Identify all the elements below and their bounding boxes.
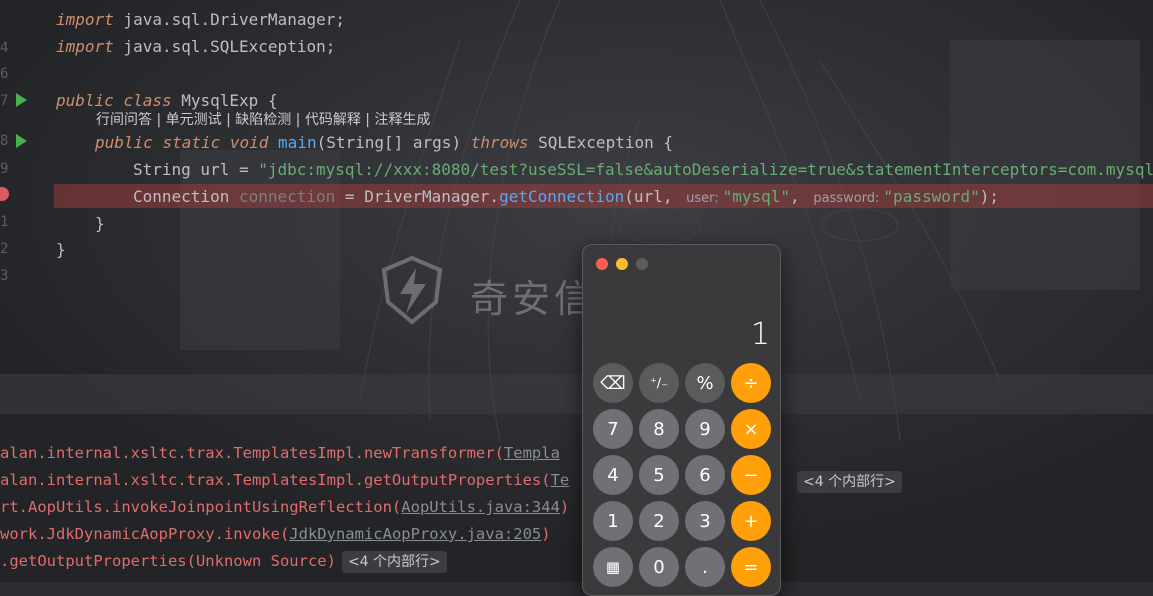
source-link[interactable]: Te (551, 471, 570, 489)
sign-toggle-key[interactable]: ⁺∕₋ (639, 363, 679, 403)
equals-key[interactable]: = (731, 547, 771, 587)
plus-key[interactable]: + (731, 501, 771, 541)
key-5[interactable]: 5 (639, 455, 679, 495)
breakpoint-icon[interactable] (0, 187, 9, 201)
key-4[interactable]: 4 (593, 455, 633, 495)
ai-code-hint-bar[interactable]: 行间问答 | 单元测试 | 缺陷检测 | 代码解释 | 注释生成 (96, 109, 430, 129)
key-0[interactable]: 0 (639, 547, 679, 587)
line-number: 2 (0, 241, 9, 257)
console-line: alan.internal.xsltc.trax.TemplatesImpl.g… (0, 471, 570, 489)
line-number: 3 (0, 268, 9, 284)
calculator-icon: ▦ (605, 558, 621, 576)
key-1[interactable]: 1 (593, 501, 633, 541)
parameter-hint: user: (686, 191, 719, 206)
close-button[interactable] (596, 258, 608, 270)
source-link[interactable]: Templa (504, 444, 560, 462)
code-line: import java.sql.SQLException; (56, 37, 336, 56)
code-line: } (56, 240, 66, 259)
line-number: 4 (0, 40, 9, 56)
zoom-button[interactable] (636, 258, 648, 270)
line-number: 6 (0, 66, 9, 82)
calculator-mode-key[interactable]: ▦ (593, 547, 633, 587)
run-gutter-icon[interactable] (16, 93, 27, 107)
console-line: alan.internal.xsltc.trax.TemplatesImpl.n… (0, 444, 560, 462)
minus-key[interactable]: − (731, 455, 771, 495)
key-2[interactable]: 2 (639, 501, 679, 541)
code-line: Connection connection = DriverManager.ge… (133, 187, 1000, 206)
code-line: } (95, 214, 105, 233)
collapsed-frames-tag[interactable]: <4 个内部行> (341, 551, 447, 573)
key-9[interactable]: 9 (685, 409, 725, 449)
line-number: 7 (0, 93, 9, 109)
code-line: public static void main(String[] args) t… (95, 133, 673, 152)
code-line: String url = "jdbc:mysql://xxx:8080/test… (133, 160, 1153, 179)
console-line: work.JdkDynamicAopProxy.invoke(JdkDynami… (0, 525, 551, 543)
line-number: 1 (0, 214, 9, 230)
collapsed-frames-tag[interactable]: <4 个内部行> (797, 471, 902, 493)
key-8[interactable]: 8 (639, 409, 679, 449)
source-link[interactable]: AopUtils.java:344 (401, 498, 560, 516)
console-line: .getOutputProperties(Unknown Source) <4 个… (0, 548, 447, 575)
line-number: 9 (0, 161, 9, 177)
lightning-shield-icon (381, 255, 443, 325)
key-3[interactable]: 3 (685, 501, 725, 541)
line-number: 8 (0, 133, 9, 149)
console-line: rt.AopUtils.invokeJoinpointUsingReflecti… (0, 498, 570, 516)
divide-key[interactable]: ÷ (731, 363, 771, 403)
multiply-key[interactable]: × (731, 409, 771, 449)
backspace-key[interactable]: ⌫ (593, 363, 633, 403)
panel-divider (0, 374, 1153, 414)
key-6[interactable]: 6 (685, 455, 725, 495)
decimal-key[interactable]: . (685, 547, 725, 587)
watermark: 奇安信攻防社区 (376, 254, 760, 325)
calculator-display: 1 (750, 317, 770, 352)
code-line: import java.sql.DriverManager; (56, 10, 345, 29)
backspace-icon: ⌫ (600, 372, 626, 394)
calculator-window[interactable]: 1 ⌫ ⁺∕₋ % ÷ 7 8 9 × 4 5 6 − 1 2 3 + ▦ 0 … (582, 244, 781, 596)
source-link[interactable]: JdkDynamicAopProxy.java:205 (289, 525, 541, 543)
key-7[interactable]: 7 (593, 409, 633, 449)
minimize-button[interactable] (616, 258, 628, 270)
run-gutter-icon[interactable] (16, 134, 27, 148)
parameter-hint: password: (813, 191, 880, 206)
percent-key[interactable]: % (685, 363, 725, 403)
